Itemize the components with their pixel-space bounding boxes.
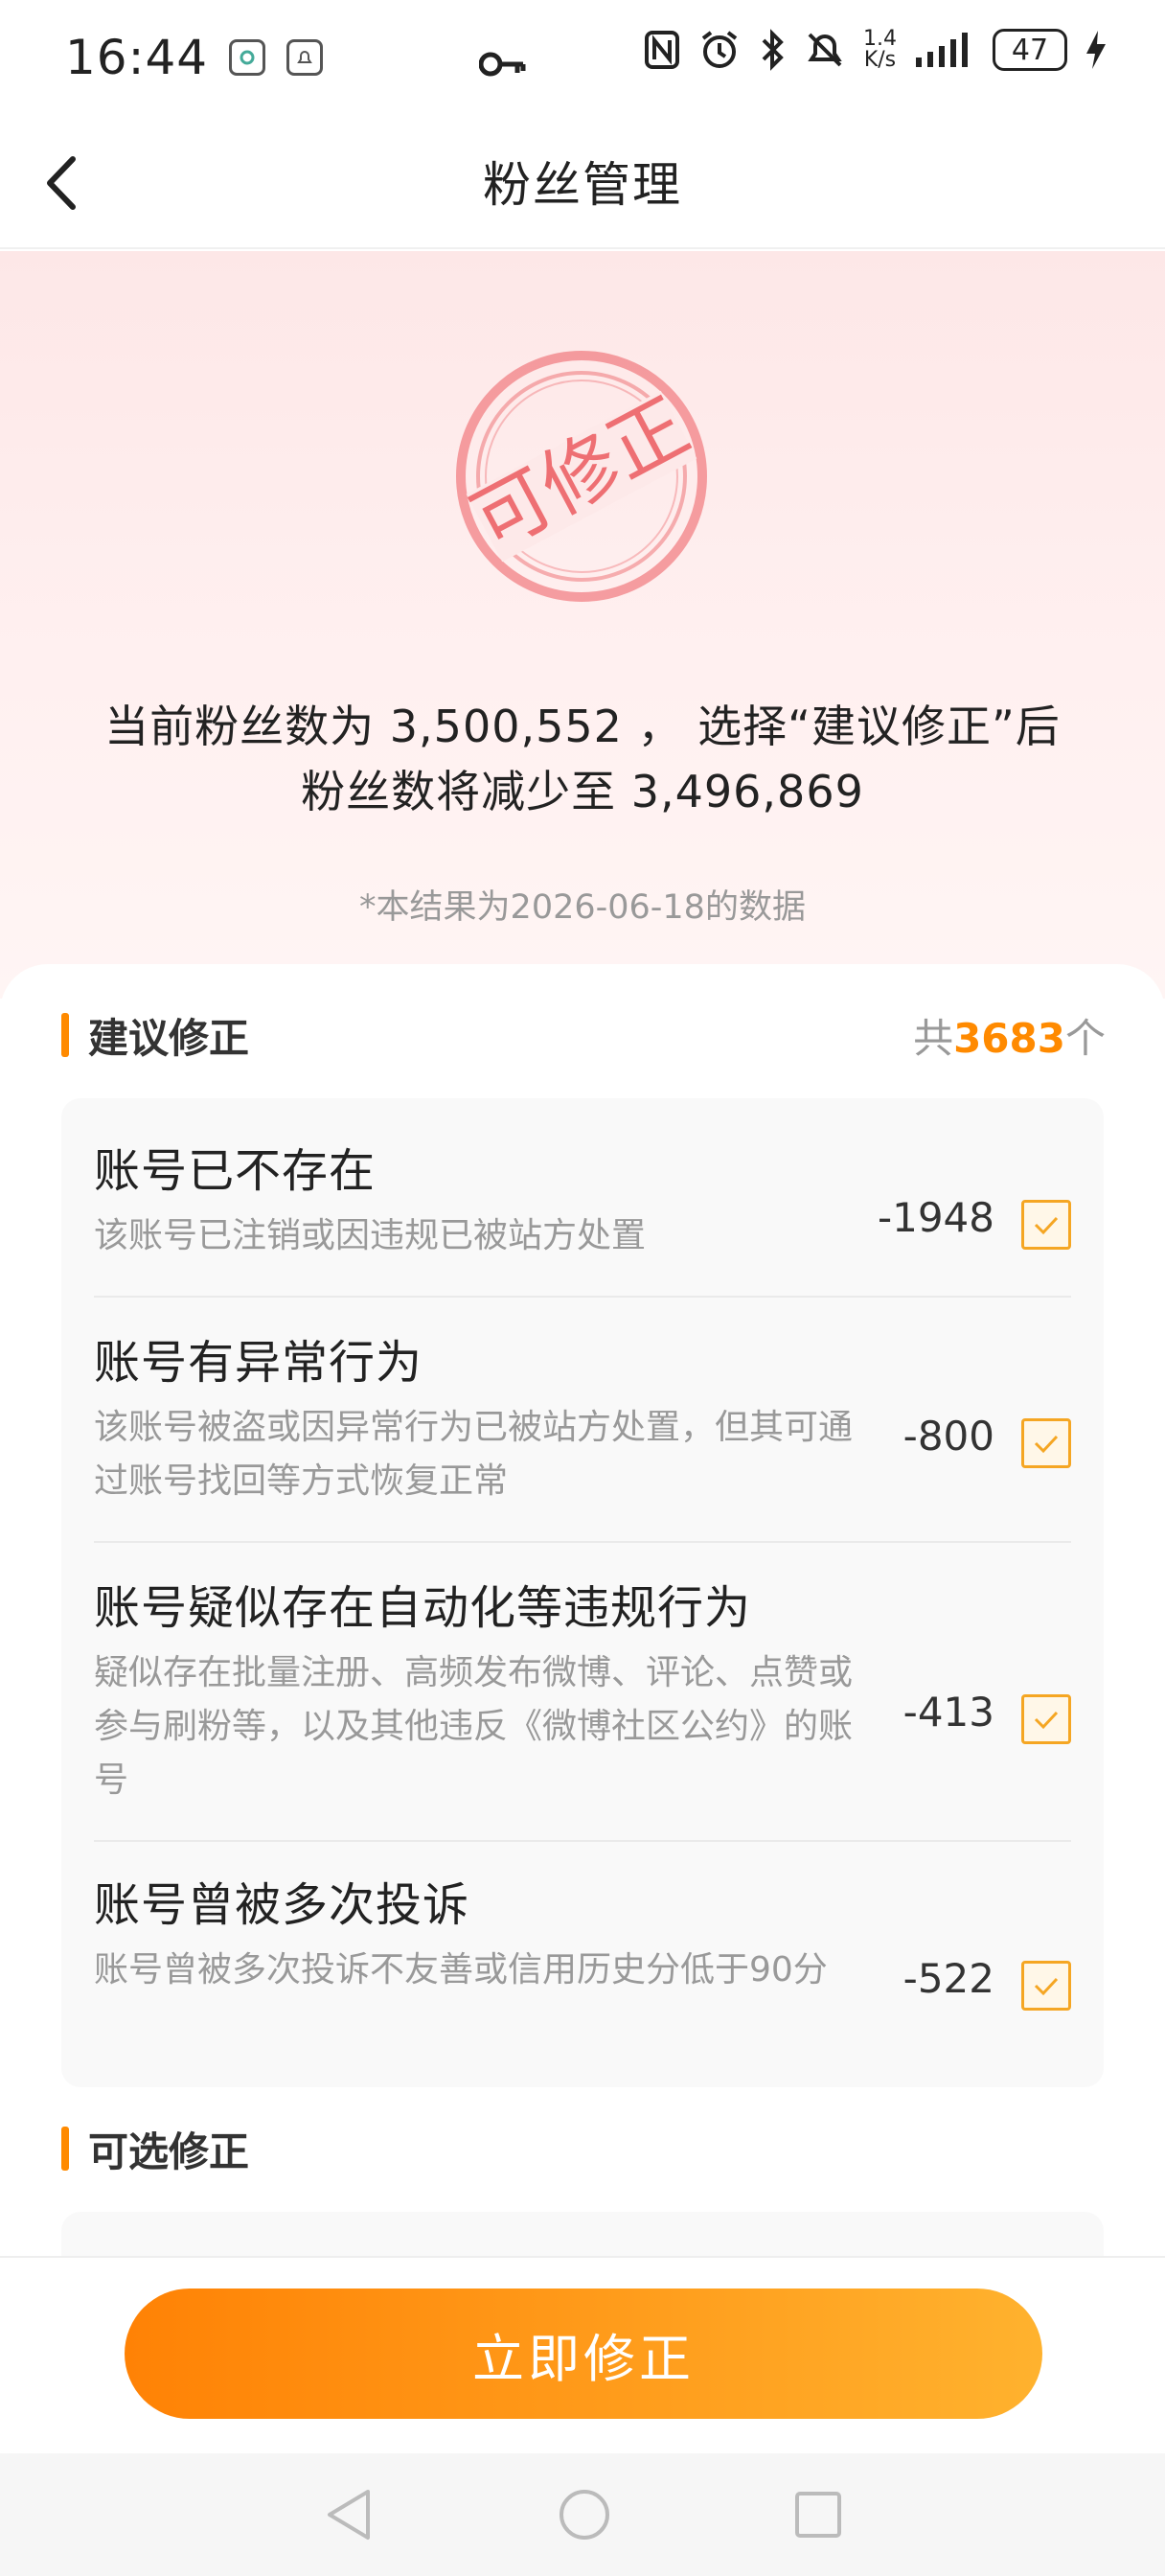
- total-count: 3683: [953, 1015, 1065, 1062]
- list-item[interactable]: 账号曾被多次投诉 账号曾被多次投诉不友善或信用历史分低于90分 -522: [94, 1867, 1071, 2011]
- status-icons: 1.4 K/s 47: [643, 29, 1108, 71]
- check-icon: [1034, 1711, 1059, 1730]
- item-desc: 该账号已注销或因违规已被站方处置: [94, 1216, 647, 1255]
- follower-result-text: 粉丝数将减少至 3,496,869: [301, 766, 864, 817]
- correction-card: 建议修正 共3683个 账号已不存在 该账号已注销或因违规已被站方处置 -194…: [0, 964, 1165, 2288]
- suggested-section-title: 建议修正: [88, 1014, 250, 1062]
- item-value: -1948: [877, 1194, 994, 1241]
- suggested-list: 账号已不存在 该账号已注销或因违规已被站方处置 -1948 账号有异常行为 该账…: [61, 1098, 1104, 2087]
- status-bar: 16:44 1.4 K/s 47: [0, 0, 1165, 115]
- charging-icon: [1086, 31, 1106, 69]
- alarm-icon: [701, 31, 738, 68]
- item-title: 账号疑似存在自动化等违规行为: [94, 1581, 752, 1635]
- gallery-notification-icon: [229, 39, 266, 76]
- divider: [94, 1296, 1071, 1298]
- optional-section-header: 可选修正: [61, 2120, 249, 2177]
- back-button[interactable]: [36, 150, 103, 217]
- item-desc: 疑似存在批量注册、高频发布微博、评论、点赞或参与刷粉等，以及其他违反《微博社区公…: [94, 1653, 854, 1800]
- suggested-section-header: 建议修正: [61, 1006, 249, 1064]
- stamp-text: 可修正: [458, 380, 703, 567]
- item-title: 账号曾被多次投诉: [94, 1878, 470, 1932]
- status-time: 16:44: [65, 30, 209, 85]
- item-checkbox[interactable]: [1021, 1694, 1071, 1744]
- item-desc: 账号曾被多次投诉不友善或信用历史分低于90分: [94, 1950, 828, 1990]
- nfc-icon: [645, 31, 679, 69]
- triangle-back-icon[interactable]: [322, 2486, 376, 2543]
- battery-indicator: 47: [993, 29, 1067, 71]
- data-date-note: *本结果为2026-06-18的数据: [359, 888, 806, 927]
- item-value: -800: [902, 1413, 994, 1460]
- network-speed: 1.4 K/s: [863, 27, 897, 72]
- bottom-action-bar: 立即修正: [0, 2256, 1165, 2453]
- item-checkbox[interactable]: [1021, 1961, 1071, 2011]
- item-title: 账号已不存在: [94, 1144, 377, 1198]
- item-checkbox[interactable]: [1021, 1418, 1071, 1468]
- check-icon: [1034, 1216, 1059, 1235]
- list-item[interactable]: 账号有异常行为 该账号被盗或因异常行为已被站方处置，但其可通过账号找回等方式恢复…: [94, 1324, 1071, 1508]
- list-item[interactable]: 账号疑似存在自动化等违规行为 疑似存在批量注册、高频发布微博、评论、点赞或参与刷…: [94, 1570, 1071, 1807]
- hero-section: 可修正 当前粉丝数为 3,500,552 ， 选择“建议修正”后 粉丝数将减少至…: [0, 251, 1165, 999]
- section-accent-bar: [61, 1013, 69, 1057]
- item-desc: 该账号被盗或因异常行为已被站方处置，但其可通过账号找回等方式恢复正常: [94, 1408, 854, 1501]
- item-title: 账号有异常行为: [94, 1336, 423, 1390]
- bluetooth-icon: [762, 29, 784, 71]
- mute-bell-icon: [808, 33, 842, 67]
- signal-icon: [916, 33, 968, 67]
- divider: [94, 1840, 1071, 1842]
- item-value: -522: [902, 1955, 994, 2002]
- chevron-left-icon: [47, 156, 76, 210]
- key-icon: [478, 36, 527, 90]
- system-navigation-bar: [0, 2453, 1165, 2576]
- check-icon: [1034, 1435, 1059, 1454]
- suggested-total: 共3683个: [913, 1015, 1106, 1062]
- follower-count-text: 当前粉丝数为 3,500,552 ， 选择“建议修正”后: [104, 701, 1061, 752]
- correctable-stamp: 可修正: [452, 347, 711, 606]
- item-checkbox[interactable]: [1021, 1200, 1071, 1250]
- check-icon: [1034, 1977, 1059, 1996]
- list-item[interactable]: 账号已不存在 该账号已注销或因违规已被站方处置 -1948: [94, 1133, 1071, 1263]
- bell-notification-icon: [286, 39, 324, 76]
- item-value: -413: [902, 1689, 994, 1736]
- nav-bar: 粉丝管理: [0, 115, 1165, 249]
- square-recent-icon[interactable]: [793, 2490, 843, 2540]
- section-accent-bar: [61, 2127, 69, 2171]
- page-title: 粉丝管理: [483, 157, 682, 213]
- optional-section-title: 可选修正: [88, 2128, 250, 2175]
- divider: [94, 1541, 1071, 1543]
- fix-now-button[interactable]: 立即修正: [125, 2288, 1042, 2419]
- circle-home-icon[interactable]: [558, 2488, 611, 2542]
